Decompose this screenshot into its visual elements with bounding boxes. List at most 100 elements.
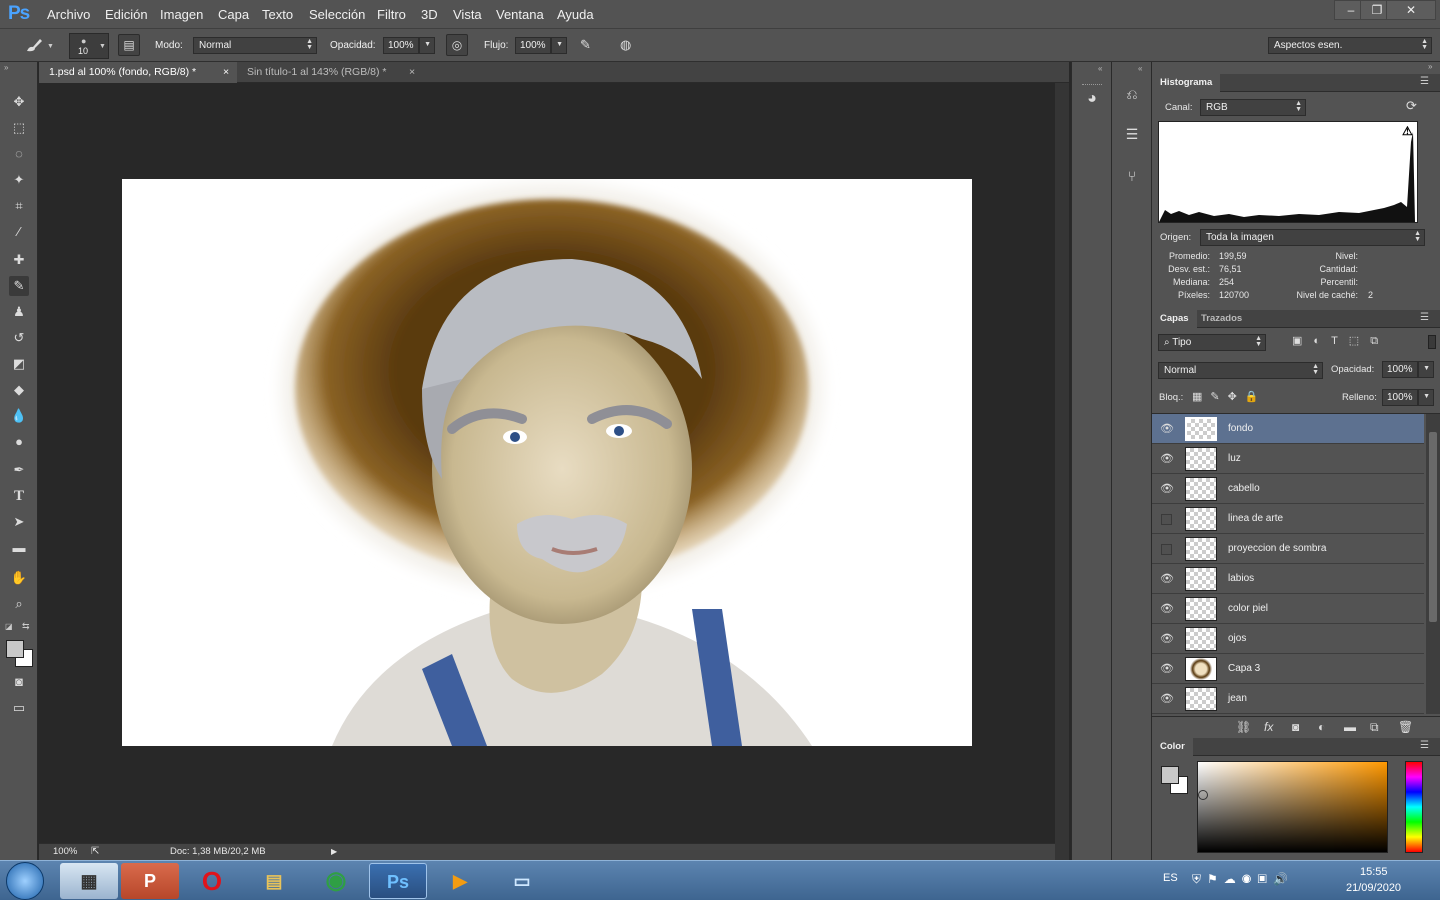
color-picker-cursor[interactable] bbox=[1198, 790, 1208, 800]
pressure-size-icon[interactable]: ◍ bbox=[620, 37, 631, 53]
layer-row[interactable]: 👁 labios bbox=[1152, 564, 1424, 594]
media-player-icon[interactable]: ▶ bbox=[431, 863, 489, 899]
menu-imagen[interactable]: Imagen bbox=[160, 7, 203, 22]
zoom-tool-icon[interactable]: ⌕ bbox=[9, 594, 29, 614]
layers-scrollbar[interactable] bbox=[1426, 414, 1440, 714]
layer-opacity-toggle[interactable]: ▼ bbox=[1418, 361, 1434, 378]
export-icon[interactable]: ⇱ bbox=[91, 844, 99, 860]
tab-color[interactable]: Color bbox=[1152, 738, 1193, 756]
zoom-level[interactable]: 100% bbox=[53, 844, 77, 860]
default-colors-icon[interactable]: ◪ bbox=[5, 622, 13, 631]
visibility-eye-icon[interactable]: 👁 bbox=[1160, 693, 1174, 705]
visibility-eye-icon[interactable]: 👁 bbox=[1160, 423, 1174, 435]
visibility-eye-icon[interactable]: 👁 bbox=[1160, 603, 1174, 615]
photoshop-icon[interactable]: Ps bbox=[369, 863, 427, 899]
photos-icon[interactable]: ▭ bbox=[493, 863, 551, 899]
lock-all-icon[interactable]: 🔒 bbox=[1245, 391, 1267, 403]
fill-toggle[interactable]: ▼ bbox=[1418, 389, 1434, 406]
adjustment-layer-icon[interactable]: ◐ bbox=[1318, 720, 1325, 734]
refresh-icon[interactable]: ⟳ bbox=[1406, 98, 1417, 114]
brush-presets-icon[interactable]: ⑂ bbox=[1121, 168, 1143, 190]
opacity-slider-toggle[interactable]: ▼ bbox=[419, 37, 435, 54]
warning-icon[interactable]: ⚠ bbox=[1402, 124, 1413, 138]
close-window-button[interactable]: ✕ bbox=[1386, 0, 1436, 20]
menu-ayuda[interactable]: Ayuda bbox=[557, 7, 594, 22]
menu-seleccion[interactable]: Selección bbox=[309, 7, 365, 22]
visibility-toggle-empty[interactable] bbox=[1161, 514, 1172, 525]
lock-transparent-icon[interactable]: ▦ bbox=[1192, 391, 1210, 403]
layer-row[interactable]: 👁 color piel bbox=[1152, 594, 1424, 624]
status-menu-arrow-icon[interactable]: ▶ bbox=[331, 844, 337, 860]
marquee-tool-icon[interactable]: ⬚ bbox=[9, 118, 29, 138]
smart-object-filter-icon[interactable]: ⧉ bbox=[1370, 335, 1389, 347]
fx-icon[interactable]: fx bbox=[1264, 720, 1273, 734]
brush-size-picker[interactable]: ● 10 ▼ bbox=[69, 33, 109, 59]
panel-menu-icon[interactable]: ☰ bbox=[1420, 740, 1429, 751]
layer-row[interactable]: 👁 Capa 3 bbox=[1152, 654, 1424, 684]
panel-menu-icon[interactable]: ☰ bbox=[1420, 312, 1429, 323]
browser-tray-icon[interactable]: ◉ bbox=[1242, 872, 1258, 886]
flow-input[interactable]: 100% bbox=[515, 37, 551, 54]
visibility-toggle-empty[interactable] bbox=[1161, 544, 1172, 555]
fill-input[interactable]: 100% bbox=[1382, 389, 1418, 406]
scrollbar-thumb[interactable] bbox=[1429, 432, 1437, 622]
calculator-icon[interactable]: ▦ bbox=[60, 863, 118, 899]
add-mask-icon[interactable]: ◙ bbox=[1292, 720, 1299, 734]
collapse-icon[interactable]: « bbox=[1138, 64, 1142, 73]
pressure-opacity-icon[interactable]: ◎ bbox=[446, 34, 468, 56]
color-saturation-field[interactable] bbox=[1197, 761, 1388, 853]
layer-row[interactable]: 👁 luz bbox=[1152, 444, 1424, 474]
filter-toggle[interactable] bbox=[1428, 335, 1436, 349]
clone-stamp-tool-icon[interactable]: ♟ bbox=[9, 302, 29, 322]
visibility-eye-icon[interactable]: 👁 bbox=[1160, 633, 1174, 645]
source-select[interactable]: Toda la imagen ▲ ▼ bbox=[1200, 229, 1425, 246]
screen-mode-icon[interactable]: ▭ bbox=[9, 698, 29, 718]
powerpoint-icon[interactable]: P bbox=[121, 863, 179, 899]
airbrush-icon[interactable]: ✎ bbox=[580, 37, 591, 53]
channel-select[interactable]: RGB ▲ ▼ bbox=[1200, 99, 1306, 116]
tab-capas[interactable]: Capas bbox=[1152, 310, 1197, 328]
lasso-tool-icon[interactable]: ◌ bbox=[9, 144, 29, 164]
network-icon[interactable]: ▣ bbox=[1257, 872, 1273, 886]
crop-tool-icon[interactable]: ⌗ bbox=[9, 196, 29, 216]
flow-slider-toggle[interactable]: ▼ bbox=[551, 37, 567, 54]
new-group-icon[interactable]: ▬ bbox=[1344, 720, 1356, 734]
layer-row[interactable]: 👁 jean bbox=[1152, 684, 1424, 714]
clock-date[interactable]: 21/09/2020 bbox=[1346, 882, 1401, 894]
blend-mode-select[interactable]: Normal ▲ ▼ bbox=[1158, 362, 1323, 379]
link-layers-icon[interactable]: ⛓ bbox=[1236, 720, 1251, 734]
layer-row[interactable]: 👁 fondo bbox=[1152, 414, 1424, 444]
rectangle-tool-icon[interactable]: ▬ bbox=[9, 538, 29, 558]
paint-bucket-tool-icon[interactable]: ◆ bbox=[9, 380, 29, 400]
eraser-tool-icon[interactable]: ◩ bbox=[9, 354, 29, 374]
swap-colors-icon[interactable]: ⇆ bbox=[22, 621, 30, 632]
brush-tool-preset-icon[interactable] bbox=[24, 36, 44, 54]
tab-histograma[interactable]: Histograma bbox=[1152, 74, 1221, 92]
collapse-icon[interactable]: « bbox=[1098, 64, 1102, 73]
layer-row[interactable]: linea de arte bbox=[1152, 504, 1424, 534]
menu-edicion[interactable]: Edición bbox=[105, 7, 148, 22]
history-brush-tool-icon[interactable]: ↺ bbox=[9, 328, 29, 348]
tab-1-psd[interactable]: 1.psd al 100% (fondo, RGB/8) * × bbox=[39, 62, 237, 83]
layer-opacity-input[interactable]: 100% bbox=[1382, 361, 1418, 378]
delete-layer-icon[interactable]: 🗑 bbox=[1398, 720, 1413, 734]
shape-filter-icon[interactable]: ⬚ bbox=[1349, 335, 1370, 347]
layer-row[interactable]: proyeccion de sombra bbox=[1152, 534, 1424, 564]
lock-paint-icon[interactable]: ✎ bbox=[1210, 391, 1227, 403]
image-filter-icon[interactable]: ▣ bbox=[1292, 335, 1313, 347]
menu-texto[interactable]: Texto bbox=[262, 7, 293, 22]
workspace-select[interactable]: Aspectos esen. ▲ ▼ bbox=[1268, 37, 1432, 54]
panel-menu-icon[interactable]: ☰ bbox=[1420, 76, 1429, 87]
language-indicator[interactable]: ES bbox=[1163, 872, 1178, 884]
document-canvas[interactable] bbox=[122, 179, 972, 746]
lock-position-icon[interactable]: ✥ bbox=[1228, 391, 1245, 403]
3d-materials-icon[interactable]: ◕ bbox=[1081, 90, 1103, 112]
new-layer-icon[interactable]: ⧉ bbox=[1370, 720, 1379, 735]
menu-3d[interactable]: 3D bbox=[421, 7, 438, 22]
healing-brush-tool-icon[interactable]: ✚ bbox=[9, 250, 29, 270]
hue-slider[interactable] bbox=[1405, 761, 1423, 853]
menu-filtro[interactable]: Filtro bbox=[377, 7, 406, 22]
layer-row[interactable]: 👁 ojos bbox=[1152, 624, 1424, 654]
collapse-icon[interactable]: » bbox=[4, 63, 8, 72]
tab-trazados[interactable]: Trazados bbox=[1193, 310, 1250, 328]
